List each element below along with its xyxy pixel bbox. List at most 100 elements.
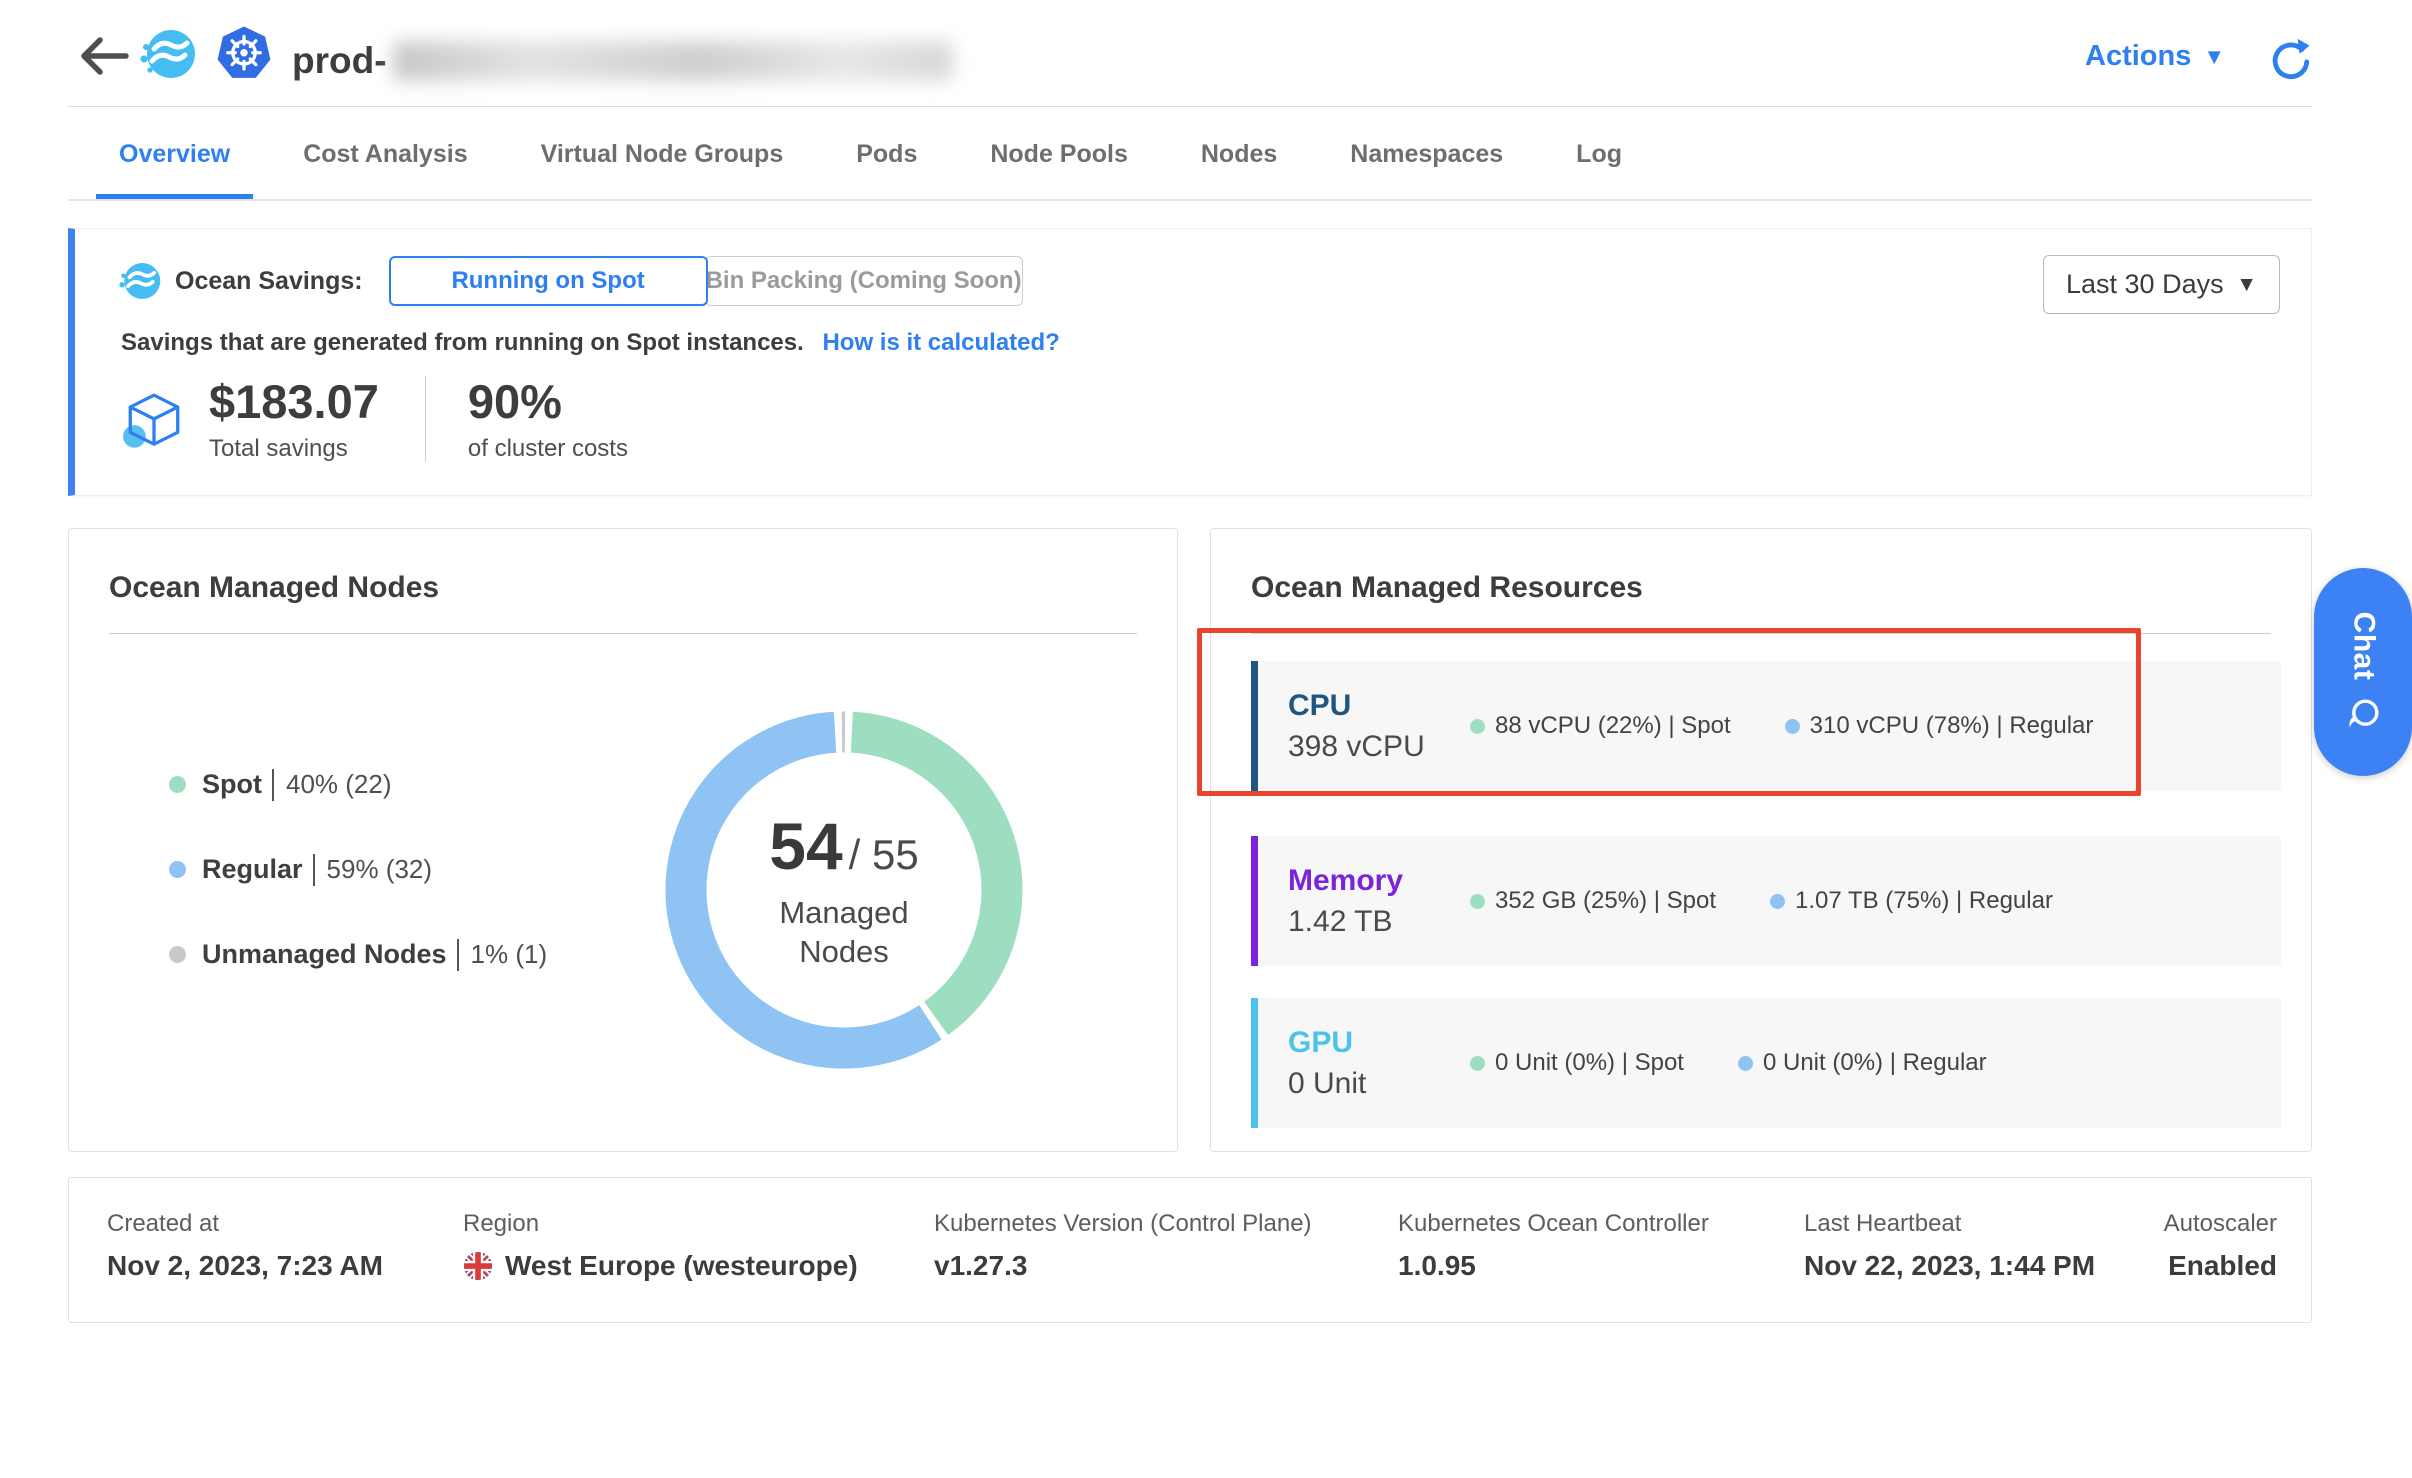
how-calculated-link[interactable]: How is it calculated? (822, 329, 1059, 356)
info-label: Region (463, 1210, 858, 1238)
info-label: Created at (107, 1210, 383, 1238)
managed-nodes-title: Ocean Managed Nodes (109, 571, 439, 605)
ocean-logo-icon (140, 26, 196, 82)
page-title: prod- (292, 40, 953, 82)
legend-item-regular: Regular 59% (32) (169, 846, 547, 893)
card-divider (1251, 633, 2271, 634)
regular-dot-icon (169, 861, 186, 878)
actions-label: Actions (2085, 40, 2191, 73)
tab-cost-analysis[interactable]: Cost Analysis (280, 115, 490, 199)
chat-label: Chat (2346, 612, 2380, 681)
savings-description-text: Savings that are generated from running … (121, 329, 804, 356)
info-value: West Europe (westeurope) (463, 1250, 858, 1282)
card-divider (109, 633, 1137, 634)
legend-value: 40% (22) (286, 769, 392, 800)
tab-nodes[interactable]: Nodes (1178, 115, 1300, 199)
spot-dot-icon (1470, 719, 1485, 734)
total-savings-stat: $183.07 Total savings (209, 375, 379, 463)
cpu-regular-text: 310 vCPU (78%) | Regular (1810, 712, 2094, 740)
info-region: Region West Europe (westeurope) (463, 1210, 858, 1282)
legend-label: Regular (202, 854, 303, 885)
info-autoscaler: Autoscaler Enabled (2164, 1210, 2277, 1282)
cpu-regular-stat: 310 vCPU (78%) | Regular (1785, 712, 2094, 740)
total-savings-label: Total savings (209, 435, 379, 463)
savings-stats: $183.07 Total savings 90% of cluster cos… (121, 375, 628, 463)
back-arrow-button[interactable] (78, 34, 130, 78)
resource-row-memory: Memory 1.42 TB 352 GB (25%) | Spot 1.07 … (1251, 836, 2281, 966)
chevron-down-icon: ▼ (2236, 273, 2257, 297)
info-label: Kubernetes Ocean Controller (1398, 1210, 1709, 1238)
managed-count: 54 (769, 808, 842, 884)
info-label: Autoscaler (2164, 1210, 2277, 1238)
gpu-regular-stat: 0 Unit (0%) | Regular (1738, 1049, 1987, 1077)
info-value: Nov 2, 2023, 7:23 AM (107, 1250, 383, 1282)
refresh-button[interactable] (2266, 36, 2312, 82)
gpu-spot-stat: 0 Unit (0%) | Spot (1470, 1049, 1684, 1077)
cpu-spot-stat: 88 vCPU (22%) | Spot (1470, 712, 1731, 740)
memory-regular-stat: 1.07 TB (75%) | Regular (1770, 887, 2053, 915)
tab-log[interactable]: Log (1553, 115, 1645, 199)
info-label: Kubernetes Version (Control Plane) (934, 1210, 1312, 1238)
stat-divider (425, 376, 426, 462)
toggle-bin-packing[interactable]: Bin Packing (Coming Soon) (705, 256, 1023, 306)
ocean-savings-label: Ocean Savings: (175, 267, 363, 296)
tab-virtual-node-groups[interactable]: Virtual Node Groups (518, 115, 807, 199)
legend-separator (457, 939, 459, 971)
total-count: / 55 (849, 831, 919, 879)
cluster-name-prefix: prod- (292, 40, 387, 82)
ocean-wave-icon (119, 260, 161, 302)
tab-node-pools[interactable]: Node Pools (967, 115, 1151, 199)
tab-namespaces[interactable]: Namespaces (1327, 115, 1526, 199)
kubernetes-logo-icon (214, 24, 274, 84)
cube-icon (121, 389, 187, 455)
toggle-running-on-spot[interactable]: Running on Spot (389, 256, 708, 306)
tab-pods[interactable]: Pods (833, 115, 940, 199)
memory-regular-text: 1.07 TB (75%) | Regular (1795, 887, 2053, 915)
resource-row-cpu: CPU 398 vCPU 88 vCPU (22%) | Spot 310 vC… (1251, 661, 2281, 791)
regular-dot-icon (1785, 719, 1800, 734)
info-ocean-controller: Kubernetes Ocean Controller 1.0.95 (1398, 1210, 1709, 1282)
cluster-cost-value: 90% (468, 375, 628, 429)
info-k8s-version: Kubernetes Version (Control Plane) v1.27… (934, 1210, 1312, 1282)
spot-dot-icon (1470, 1056, 1485, 1071)
actions-button[interactable]: Actions ▼ (2085, 40, 2225, 73)
savings-description: Savings that are generated from running … (121, 329, 1060, 357)
info-created-at: Created at Nov 2, 2023, 7:23 AM (107, 1210, 383, 1282)
cluster-cost-label: of cluster costs (468, 435, 628, 463)
info-label: Last Heartbeat (1804, 1210, 2095, 1238)
gpu-spot-text: 0 Unit (0%) | Spot (1495, 1049, 1684, 1077)
chevron-down-icon: ▼ (2203, 44, 2225, 70)
cluster-info-bar: Created at Nov 2, 2023, 7:23 AM Region W… (68, 1177, 2312, 1323)
info-last-heartbeat: Last Heartbeat Nov 22, 2023, 1:44 PM (1804, 1210, 2095, 1282)
ocean-savings-banner: Ocean Savings: Running on Spot Bin Packi… (68, 228, 2312, 496)
legend-label: Unmanaged Nodes (202, 939, 447, 970)
tab-overview[interactable]: Overview (96, 115, 253, 199)
period-select[interactable]: Last 30 Days ▼ (2043, 255, 2280, 314)
arrow-left-icon (78, 34, 130, 78)
legend-item-unmanaged: Unmanaged Nodes 1% (1) (169, 931, 547, 978)
gpu-name: GPU (1288, 1025, 1470, 1061)
managed-nodes-legend: Spot 40% (22) Regular 59% (32) Unmanaged… (169, 761, 547, 1016)
ocean-managed-nodes-card: Ocean Managed Nodes Spot 40% (22) Regula… (68, 528, 1178, 1152)
info-value: 1.0.95 (1398, 1250, 1709, 1282)
region-text: West Europe (westeurope) (505, 1250, 858, 1282)
uk-flag-icon (463, 1251, 493, 1281)
legend-label: Spot (202, 769, 262, 800)
managed-resources-title: Ocean Managed Resources (1251, 571, 1643, 605)
cluster-name-redacted (393, 41, 953, 81)
resource-row-gpu: GPU 0 Unit 0 Unit (0%) | Spot 0 Unit (0%… (1251, 998, 2281, 1128)
spot-dot-icon (1470, 894, 1485, 909)
memory-spot-text: 352 GB (25%) | Spot (1495, 887, 1716, 915)
autoscaler-status-badge: Enabled (2168, 1250, 2277, 1282)
info-value: Nov 22, 2023, 1:44 PM (1804, 1250, 2095, 1282)
regular-dot-icon (1770, 894, 1785, 909)
header-divider (68, 106, 2312, 107)
info-value: v1.27.3 (934, 1250, 1312, 1282)
legend-separator (272, 769, 274, 801)
ocean-managed-resources-card: Ocean Managed Resources CPU 398 vCPU 88 … (1210, 528, 2312, 1152)
chat-button[interactable]: Chat (2314, 568, 2412, 776)
legend-value: 1% (1) (471, 939, 548, 970)
legend-value: 59% (32) (327, 854, 433, 885)
memory-spot-stat: 352 GB (25%) | Spot (1470, 887, 1716, 915)
total-savings-value: $183.07 (209, 375, 379, 429)
